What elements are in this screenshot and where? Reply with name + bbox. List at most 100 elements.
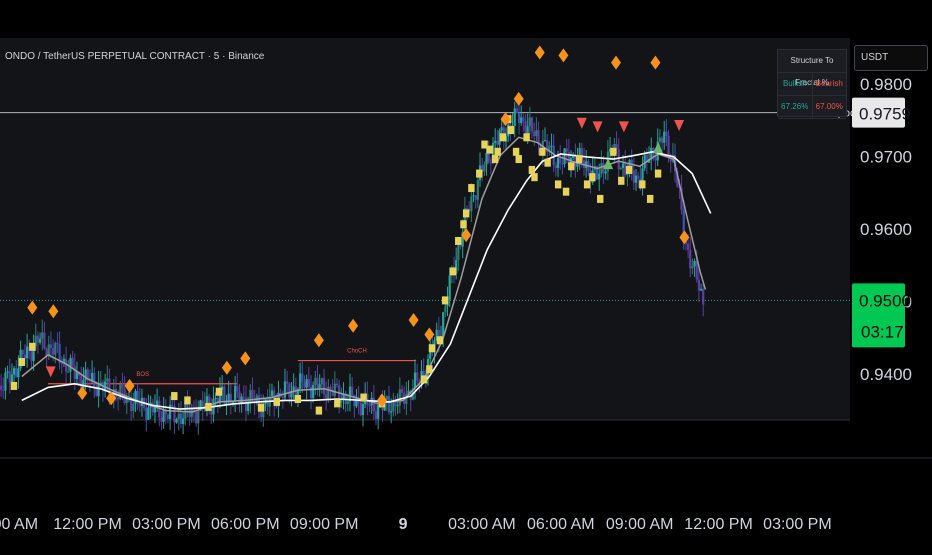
time-tick-label: 03:00 PM [763, 516, 831, 533]
candle-body [234, 386, 236, 402]
candle-body [470, 196, 472, 211]
candle-body [67, 372, 69, 373]
candle-body [475, 195, 477, 199]
candle-body [37, 336, 39, 343]
low-fractal-marker [576, 155, 582, 163]
candle-body [490, 162, 492, 163]
candle-body [319, 384, 321, 388]
candle-body [561, 164, 563, 165]
price-axis[interactable]: 0.94000.95000.96000.97000.98000.97590.95… [852, 75, 912, 384]
candle-body [152, 403, 154, 413]
candle-body [531, 117, 533, 131]
low-fractal-marker [539, 148, 545, 156]
candle-body [293, 386, 295, 390]
low-fractal-marker [476, 170, 482, 178]
candle-body [184, 402, 186, 418]
candle-body [4, 373, 6, 391]
candle-body [327, 387, 329, 400]
candle-body [163, 410, 165, 422]
candle-body [535, 130, 537, 136]
low-fractal-marker [513, 148, 519, 156]
candle-body [537, 130, 539, 144]
candle-body [238, 392, 240, 404]
candle-body [72, 358, 74, 366]
candle-body [43, 332, 45, 348]
candle-body [659, 138, 661, 142]
candle-body [215, 398, 217, 399]
candle-body [93, 373, 95, 386]
candle-body [236, 386, 238, 392]
low-fractal-marker [455, 237, 461, 245]
low-fractal-marker [29, 343, 35, 351]
tdnpoc-price-label: 0.9759 [859, 105, 911, 124]
candle-body [308, 379, 310, 387]
candle-body [189, 409, 191, 417]
candle-body [340, 400, 342, 402]
candle-body [368, 405, 370, 406]
price-tick-label: 0.9700 [860, 147, 912, 166]
candle-body [299, 373, 301, 389]
candle-body [635, 176, 637, 183]
candle-body [693, 261, 695, 266]
candle-body [22, 350, 24, 355]
candle-body [702, 289, 704, 305]
candle-body [303, 382, 305, 388]
candle-body [347, 401, 349, 404]
candle-body [559, 158, 561, 164]
candle-body [360, 403, 362, 415]
low-fractal-marker [655, 170, 661, 178]
candle-body [117, 397, 119, 399]
candle-body [494, 141, 496, 143]
candle-body [52, 348, 54, 355]
low-fractal-marker [529, 166, 535, 174]
candle-body [449, 275, 451, 299]
structure-table-values: 67.26% 67.00% [778, 96, 846, 119]
candle-body [11, 375, 13, 383]
candle-body [134, 391, 136, 404]
candle-body [2, 390, 4, 391]
candle-body [91, 373, 93, 381]
candle-body [13, 368, 15, 374]
candle-body [74, 366, 76, 379]
candle-body [633, 171, 635, 183]
currency-selector[interactable]: USDT [854, 45, 928, 71]
symbol-title[interactable]: ONDO / TetherUS PERPETUAL CONTRACT · 5 ·… [5, 51, 264, 62]
low-fractal-marker [468, 184, 474, 192]
low-fractal-marker [19, 358, 25, 366]
candle-body [171, 405, 173, 406]
candle-body [663, 132, 665, 143]
low-fractal-marker [544, 159, 550, 167]
candle-body [488, 153, 490, 162]
candle-body [176, 419, 178, 422]
candle-body [459, 245, 461, 246]
candle-body [288, 383, 290, 397]
candle-body [700, 289, 702, 291]
candle-body [323, 378, 325, 394]
low-fractal-marker [171, 392, 177, 400]
candle-body [178, 414, 180, 420]
candle-body [544, 140, 546, 141]
trading-chart[interactable]: TDnpocBOSChoCH 0.94000.95000.96000.97000… [0, 0, 932, 550]
low-fractal-marker [584, 180, 590, 188]
low-fractal-marker [429, 344, 435, 352]
time-tick-label: 9:00 AM [0, 516, 38, 533]
candle-body [644, 155, 646, 169]
candle-body [132, 404, 134, 411]
candle-body [524, 121, 526, 135]
price-tick-label: 0.9400 [860, 365, 912, 384]
candle-body [620, 168, 622, 169]
candle-body [514, 108, 516, 126]
low-fractal-marker [589, 173, 595, 181]
candle-body [284, 381, 286, 397]
candle-body [444, 306, 446, 312]
candle-body [39, 339, 41, 343]
candle-body [41, 332, 43, 338]
candle-body [137, 391, 139, 401]
time-axis[interactable]: 9:00 AM12:00 PM03:00 PM06:00 PM09:00 PM9… [0, 516, 832, 533]
candle-body [529, 117, 531, 126]
candle-body [550, 146, 552, 147]
price-countdown-label: 03:17 [861, 322, 904, 341]
candle-body [522, 117, 524, 120]
candle-body [390, 411, 392, 412]
candle-body [6, 371, 8, 372]
